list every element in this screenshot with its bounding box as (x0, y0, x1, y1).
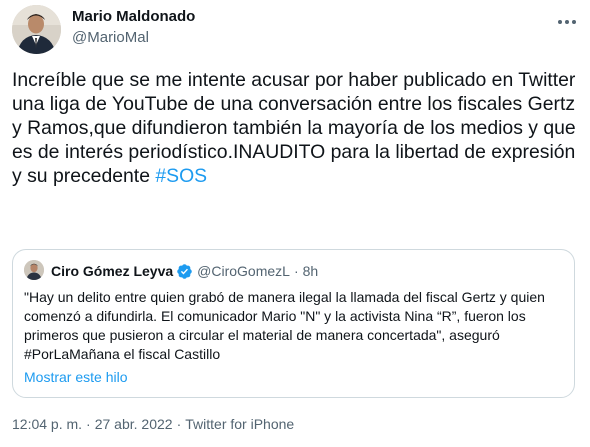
hashtag-link[interactable]: #SOS (155, 165, 207, 187)
quoted-tweet-text: "Hay un delito entre quien grabó de mane… (24, 289, 545, 362)
tweet: Mario Maldonado @MarioMal Increíble que … (0, 0, 590, 447)
meta-separator: · (176, 416, 182, 432)
more-horizontal-icon[interactable] (556, 14, 578, 24)
tweet-source[interactable]: Twitter for iPhone (185, 416, 294, 432)
author-avatar[interactable] (12, 5, 61, 54)
tweet-metadata: 12:04 p. m. · 27 abr. 2022 · Twitter for… (12, 416, 294, 432)
tweet-time[interactable]: 12:04 p. m. (12, 416, 82, 432)
quoted-author-avatar (24, 260, 44, 280)
quoted-tweet-header: Ciro Gómez Leyva @CiroGomezL · 8h (51, 262, 318, 280)
meta-separator: · (86, 416, 91, 432)
verified-badge-icon (176, 263, 193, 280)
show-thread-link[interactable]: Mostrar este hilo (24, 369, 127, 385)
tweet-text: Increíble que se me intente acusar por h… (12, 68, 584, 188)
tweet-date[interactable]: 27 abr. 2022 (95, 416, 173, 432)
quoted-tweet[interactable]: Ciro Gómez Leyva @CiroGomezL · 8h "Hay u… (12, 249, 575, 398)
separator-dot: · (293, 263, 299, 279)
tweet-body: Increíble que se me intente acusar por h… (12, 69, 576, 187)
author-name[interactable]: Mario Maldonado (72, 8, 195, 25)
author-handle[interactable]: @MarioMal (72, 29, 149, 46)
quoted-tweet-time: 8h (302, 263, 319, 279)
quoted-author-handle: @CiroGomezL (197, 263, 290, 279)
quoted-author-name: Ciro Gómez Leyva (51, 263, 174, 279)
